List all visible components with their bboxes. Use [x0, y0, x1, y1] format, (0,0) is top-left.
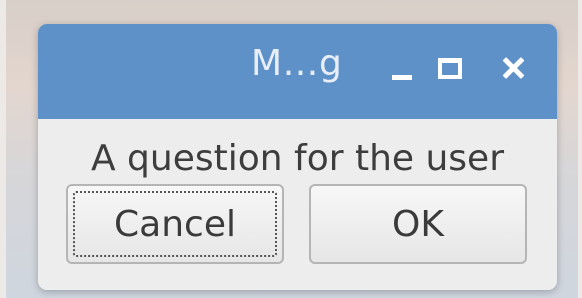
minimize-icon — [392, 74, 412, 80]
close-icon — [501, 56, 525, 80]
ok-button-label: OK — [392, 203, 444, 245]
maximize-icon — [438, 57, 462, 79]
minimize-button[interactable] — [380, 46, 424, 90]
title-bar[interactable]: M…g — [38, 24, 557, 119]
ok-button[interactable]: OK — [309, 184, 527, 264]
maximize-button[interactable] — [428, 46, 472, 90]
window-title: M…g — [251, 43, 343, 84]
cancel-button[interactable]: Cancel — [66, 184, 284, 264]
dialog-message: A question for the user — [90, 138, 505, 179]
focus-indicator — [73, 191, 277, 257]
close-button[interactable] — [491, 46, 535, 90]
message-dialog: M…g A question for the user Cancel OK — [38, 24, 557, 290]
